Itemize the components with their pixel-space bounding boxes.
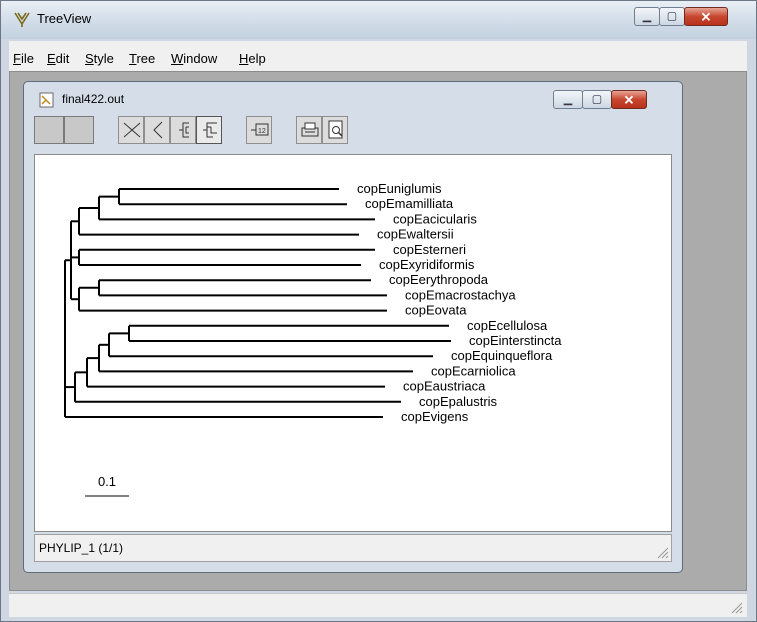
menu-edit[interactable]: Edit — [47, 51, 69, 66]
taxon-label[interactable]: copEcarniolica — [431, 363, 516, 378]
scale-label: 0.1 — [98, 474, 116, 489]
document-window: final422.out ▁ ▢ ✕ 12 copEuniglumis copE… — [23, 81, 683, 573]
app-status-bar — [9, 593, 747, 617]
menu-style[interactable]: Style — [85, 51, 114, 66]
taxon-label[interactable]: copExyridiformis — [379, 257, 475, 272]
taxon-label[interactable]: copEquinqueflora — [451, 348, 553, 363]
print-preview-button[interactable] — [322, 116, 348, 144]
maximize-icon: ▢ — [666, 10, 678, 22]
window-title: TreeView — [37, 11, 92, 26]
scale-bar: 0.1 — [85, 474, 129, 497]
angle-tree-button[interactable] — [144, 116, 170, 144]
doc-minimize-button[interactable]: ▁ — [553, 90, 583, 109]
tree-labels: copEuniglumiscopEmamilliatacopEaciculari… — [357, 181, 562, 424]
minimize-button[interactable]: ▁ — [634, 7, 660, 26]
doc-maximize-button[interactable]: ▢ — [582, 90, 612, 109]
menu-tree[interactable]: Tree — [129, 51, 155, 66]
taxon-label[interactable]: copEerythropoda — [389, 272, 489, 287]
taxon-label[interactable]: copEmamilliata — [365, 196, 454, 211]
tree-status-text: PHYLIP_1 (1/1) — [39, 541, 124, 555]
taxon-label[interactable]: copEvigens — [401, 409, 469, 424]
svg-text:12: 12 — [258, 128, 266, 135]
printer-icon — [301, 122, 319, 137]
phylogram-button[interactable] — [196, 116, 222, 144]
taxon-label[interactable]: copEuniglumis — [357, 181, 442, 196]
main-window: TreeView ▁ ▢ ✕ File Edit Style Tree Wind… — [0, 0, 757, 622]
minimize-icon: ▁ — [642, 10, 652, 22]
taxon-label[interactable]: copEmacrostachya — [405, 287, 516, 302]
taxon-label[interactable]: copEaustriaca — [403, 379, 486, 394]
rectangular-tree-icon — [179, 122, 189, 138]
resize-grip-icon[interactable] — [729, 600, 743, 614]
taxon-label[interactable]: copEwaltersii — [377, 227, 454, 242]
edge-labels-icon: 12 — [251, 123, 269, 136]
maximize-button[interactable]: ▢ — [659, 7, 685, 26]
taxon-label[interactable]: copEovata — [405, 303, 467, 318]
window-controls: ▁ ▢ ✕ — [634, 7, 728, 27]
document-status-bar: PHYLIP_1 (1/1) — [34, 534, 672, 562]
blank-button[interactable] — [34, 116, 64, 144]
taxon-label[interactable]: copEacicularis — [393, 211, 477, 226]
show-edge-labels-button[interactable]: 12 — [246, 116, 272, 144]
slanted-tree-button[interactable] — [118, 116, 144, 144]
tree-canvas[interactable]: copEuniglumis copEmamilliata copEaciculari… — [34, 154, 672, 532]
taxon-label[interactable]: copEpalustris — [419, 394, 498, 409]
minimize-icon: ▁ — [563, 93, 573, 105]
taxon-label[interactable]: copEinterstincta — [469, 333, 562, 348]
phylogram-tree: copEuniglumiscopEmamilliatacopEaciculari… — [64, 181, 562, 497]
close-icon: ✕ — [623, 92, 635, 107]
close-button[interactable]: ✕ — [684, 7, 728, 26]
title-bar[interactable]: TreeView ▁ ▢ ✕ — [1, 1, 756, 39]
menu-window[interactable]: Window — [171, 51, 217, 66]
print-preview-icon — [328, 120, 343, 139]
document-title: final422.out — [62, 92, 125, 106]
treeview-app-icon — [14, 12, 30, 27]
document-icon — [39, 92, 54, 108]
resize-grip-icon[interactable] — [655, 545, 669, 559]
rectangular-tree-button[interactable] — [170, 116, 196, 144]
document-window-controls: ▁ ▢ ✕ — [553, 90, 647, 110]
taxon-label[interactable]: copEsterneri — [393, 242, 466, 257]
taxon-label[interactable]: copEcellulosa — [467, 318, 548, 333]
phylogram-icon — [203, 122, 217, 138]
blank-button[interactable] — [64, 116, 94, 144]
angle-tree-icon — [153, 121, 163, 139]
slanted-tree-icon — [123, 122, 141, 138]
print-button[interactable] — [296, 116, 322, 144]
menu-file[interactable]: File — [13, 51, 34, 66]
maximize-icon: ▢ — [591, 93, 603, 105]
menu-help[interactable]: Help — [239, 51, 266, 66]
menu-bar: File Edit Style Tree Window Help — [9, 41, 747, 71]
close-icon: ✕ — [700, 9, 712, 24]
doc-close-button[interactable]: ✕ — [611, 90, 647, 109]
